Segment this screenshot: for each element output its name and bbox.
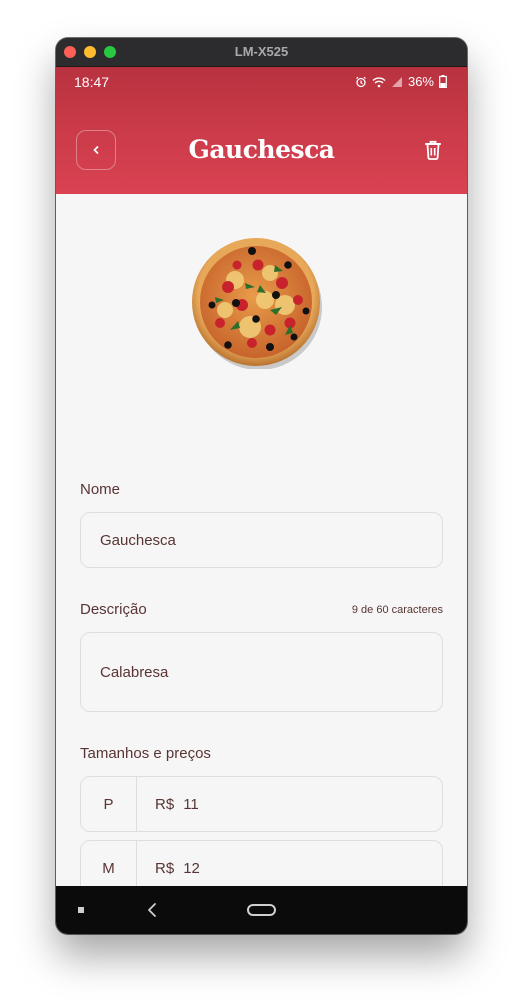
battery-icon [439, 75, 447, 88]
status-time: 18:47 [74, 74, 110, 90]
nav-back-button[interactable] [146, 902, 158, 922]
description-value: Calabresa [100, 663, 169, 681]
size-price[interactable]: R$ 11 [137, 777, 199, 831]
back-button[interactable] [76, 130, 116, 170]
price-value: 11 [183, 795, 199, 813]
window-titlebar: LM-X525 [56, 38, 467, 67]
sizes-label: Tamanhos e preços [80, 745, 211, 762]
device-window: LM-X525 18:47 36% Gauchesca Nome Gauches… [56, 38, 467, 934]
page-title: Gauchesca [188, 135, 335, 164]
status-icons: 36% [355, 74, 447, 89]
description-label: Descrição [80, 601, 147, 618]
battery-level: 36% [407, 74, 434, 89]
delete-button[interactable] [421, 138, 445, 162]
size-letter: P [81, 777, 137, 831]
signal-icon [391, 76, 403, 88]
app-screen: 18:47 36% Gauchesca Nome Gauchesca Descr… [56, 67, 467, 934]
alarm-icon [355, 76, 367, 88]
recents-button[interactable] [78, 907, 84, 913]
back-arrow-icon [146, 903, 158, 922]
trash-icon [421, 140, 445, 166]
name-field[interactable]: Gauchesca [80, 512, 443, 568]
app-header: 18:47 36% Gauchesca [56, 67, 467, 194]
currency-symbol: R$ [155, 795, 175, 813]
price-value: 12 [183, 859, 200, 877]
home-button[interactable] [247, 904, 276, 916]
wifi-icon [372, 76, 386, 88]
status-bar: 18:47 36% [56, 67, 467, 97]
pizza-image[interactable] [190, 235, 324, 370]
name-value: Gauchesca [100, 531, 176, 549]
window-title: LM-X525 [234, 44, 289, 59]
name-label: Nome [80, 481, 121, 498]
android-nav-bar [56, 886, 467, 934]
currency-symbol: R$ [155, 859, 175, 877]
chevron-left-icon [91, 141, 101, 160]
description-counter: 9 de 60 caracteres [351, 604, 443, 616]
description-field[interactable]: Calabresa [80, 632, 443, 712]
size-row[interactable]: P R$ 11 [80, 776, 443, 832]
